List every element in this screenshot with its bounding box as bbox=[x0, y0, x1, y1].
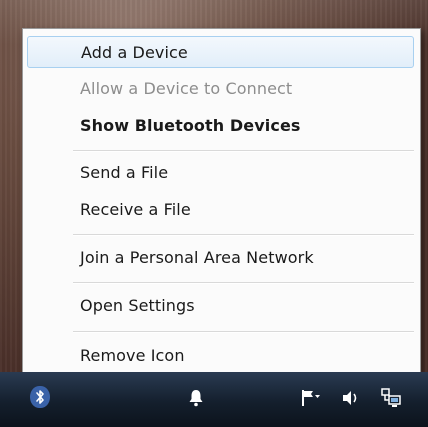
menu-separator bbox=[73, 331, 414, 333]
menu-item-label: Send a File bbox=[80, 162, 169, 182]
menu-separator bbox=[73, 282, 414, 284]
menu-item-add-device[interactable]: Add a Device bbox=[27, 36, 414, 68]
menu-item-label: Allow a Device to Connect bbox=[80, 78, 293, 98]
menu-item-label: Open Settings bbox=[80, 295, 195, 315]
bluetooth-context-menu: Add a Device Allow a Device to Connect S… bbox=[22, 28, 421, 378]
menu-separator bbox=[73, 150, 414, 152]
network-icon[interactable] bbox=[378, 385, 404, 411]
menu-item-open-settings[interactable]: Open Settings bbox=[23, 289, 420, 321]
menu-item-label: Add a Device bbox=[81, 42, 188, 62]
bluetooth-icon[interactable] bbox=[30, 386, 50, 408]
menu-item-label: Join a Personal Area Network bbox=[80, 247, 314, 267]
menu-item-remove-icon[interactable]: Remove Icon bbox=[23, 339, 420, 371]
menu-item-label: Show Bluetooth Devices bbox=[80, 115, 301, 135]
bell-icon[interactable] bbox=[185, 386, 207, 410]
menu-item-label: Remove Icon bbox=[80, 345, 185, 365]
menu-item-label: Receive a File bbox=[80, 199, 191, 219]
menu-separator bbox=[73, 234, 414, 236]
taskbar-notification-area bbox=[0, 372, 428, 427]
speaker-icon[interactable] bbox=[339, 386, 363, 410]
menu-item-join-pan[interactable]: Join a Personal Area Network bbox=[23, 241, 420, 273]
menu-item-receive-file[interactable]: Receive a File bbox=[23, 193, 420, 225]
menu-item-send-file[interactable]: Send a File bbox=[23, 156, 420, 188]
menu-item-allow-device-connect[interactable]: Allow a Device to Connect bbox=[23, 72, 420, 104]
flag-icon[interactable] bbox=[299, 386, 323, 410]
menu-item-show-bluetooth-devices[interactable]: Show Bluetooth Devices bbox=[23, 109, 420, 141]
